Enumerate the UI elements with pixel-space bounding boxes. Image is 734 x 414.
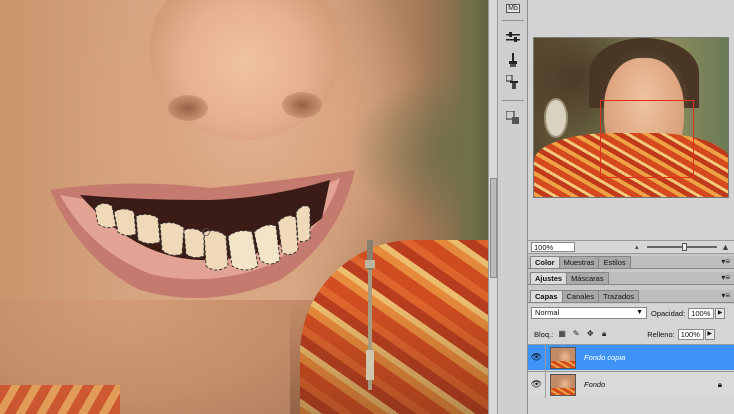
lock-all-icon[interactable]: 🔒︎: [599, 329, 609, 339]
panel-menu-icon[interactable]: ▾≡: [721, 272, 730, 284]
photoshop-window: Mb 100% ▴ ▲ Color Muestras Estilos ▾≡ Aj…: [0, 0, 734, 414]
blend-mode-value: Normal: [535, 308, 560, 317]
photo-scarf: [0, 385, 120, 414]
color-panel-tabs: Color Muestras Estilos ▾≡: [528, 256, 734, 269]
tab-canales[interactable]: Canales: [561, 290, 600, 302]
opacity-input[interactable]: 100%: [688, 307, 715, 319]
navigator-thumbnail[interactable]: [533, 37, 729, 198]
photo-nostril: [168, 95, 208, 121]
clone-source-icon[interactable]: [504, 74, 522, 90]
fill-label: Relleno:: [647, 329, 675, 339]
mini-bridge-label: Mb: [506, 3, 520, 13]
blend-mode-select[interactable]: Normal ▼: [531, 307, 647, 319]
layer-row-fondo-copia[interactable]: 👁︎ Fondo copia: [528, 344, 734, 371]
lock-pixels-icon[interactable]: ✎: [571, 329, 581, 339]
photo-scarf-shadow: [290, 300, 488, 414]
navigator-zoom-bar: 100% ▴ ▲: [528, 240, 734, 254]
lock-transparency-icon[interactable]: ▦: [557, 329, 567, 339]
blend-row: Normal ▼ Opacidad: 100% ▶: [528, 305, 734, 321]
opacity-arrow-icon[interactable]: ▶: [715, 307, 726, 319]
layer-name: Fondo: [584, 380, 606, 389]
thumb-earring: [544, 98, 568, 138]
layers-panel: Normal ▼ Opacidad: 100% ▶ Bloq.: ▦ ✎ ✥ 🔒…: [528, 304, 734, 414]
adjust-icon[interactable]: [504, 30, 522, 46]
tab-color[interactable]: Color: [530, 256, 560, 268]
photo-earring: [365, 240, 375, 390]
layer-row-fondo[interactable]: 👁︎ Fondo 🔒︎: [528, 371, 734, 398]
navigator-panel: [528, 0, 734, 240]
tab-estilos[interactable]: Estilos: [598, 256, 631, 268]
layers-panel-tabs: Capas Canales Trazados ▾≡: [528, 290, 734, 303]
tab-trazados[interactable]: Trazados: [598, 290, 640, 302]
panel-menu-icon[interactable]: ▾≡: [721, 290, 730, 302]
dock-separator: [502, 20, 524, 21]
dock-separator: [502, 100, 524, 101]
layer-thumbnail: [550, 346, 576, 369]
eye-icon[interactable]: 👁︎: [528, 344, 546, 371]
zoom-input[interactable]: 100%: [531, 242, 575, 252]
lock-row: Bloq.: ▦ ✎ ✥ 🔒︎ Relleno: 100% ▶: [528, 326, 734, 342]
fill-arrow-icon[interactable]: ▶: [704, 328, 715, 340]
chevron-down-icon: ▼: [636, 309, 643, 316]
fill-input[interactable]: 100%: [677, 328, 704, 340]
navigator-view-rectangle[interactable]: [600, 100, 694, 178]
document-canvas[interactable]: [0, 0, 488, 414]
lock-position-icon[interactable]: ✥: [585, 329, 595, 339]
layer-thumbnail: [550, 373, 576, 396]
brush-presets-icon[interactable]: [504, 52, 522, 68]
lock-icon: 🔒︎: [717, 379, 722, 389]
adjustments-panel-tabs: Ajustes Máscaras ▾≡: [528, 272, 734, 285]
zoom-slider-knob[interactable]: [682, 243, 687, 251]
history-icon[interactable]: [504, 110, 522, 126]
panel-menu-icon[interactable]: ▾≡: [721, 256, 730, 268]
lock-label: Bloq.:: [534, 329, 554, 339]
tab-ajustes[interactable]: Ajustes: [530, 272, 568, 284]
mini-bridge-icon[interactable]: Mb: [504, 0, 522, 16]
tab-mascaras[interactable]: Máscaras: [566, 272, 609, 284]
panel-dock-strip: Mb: [498, 0, 528, 414]
opacity-label: Opacidad:: [651, 308, 686, 318]
scrollbar-thumb[interactable]: [490, 178, 497, 278]
photo-nostril: [282, 92, 322, 118]
canvas-vertical-scrollbar[interactable]: [488, 0, 498, 414]
eye-icon[interactable]: 👁︎: [528, 371, 546, 398]
tab-capas[interactable]: Capas: [530, 290, 563, 302]
zoom-in-icon[interactable]: ▲: [721, 242, 730, 252]
tab-muestras[interactable]: Muestras: [558, 256, 600, 268]
zoom-slider[interactable]: [647, 243, 717, 251]
layer-name: Fondo copia: [584, 353, 626, 362]
zoom-out-icon[interactable]: ▴: [635, 244, 644, 251]
right-panels: 100% ▴ ▲ Color Muestras Estilos ▾≡ Ajust…: [528, 0, 734, 414]
